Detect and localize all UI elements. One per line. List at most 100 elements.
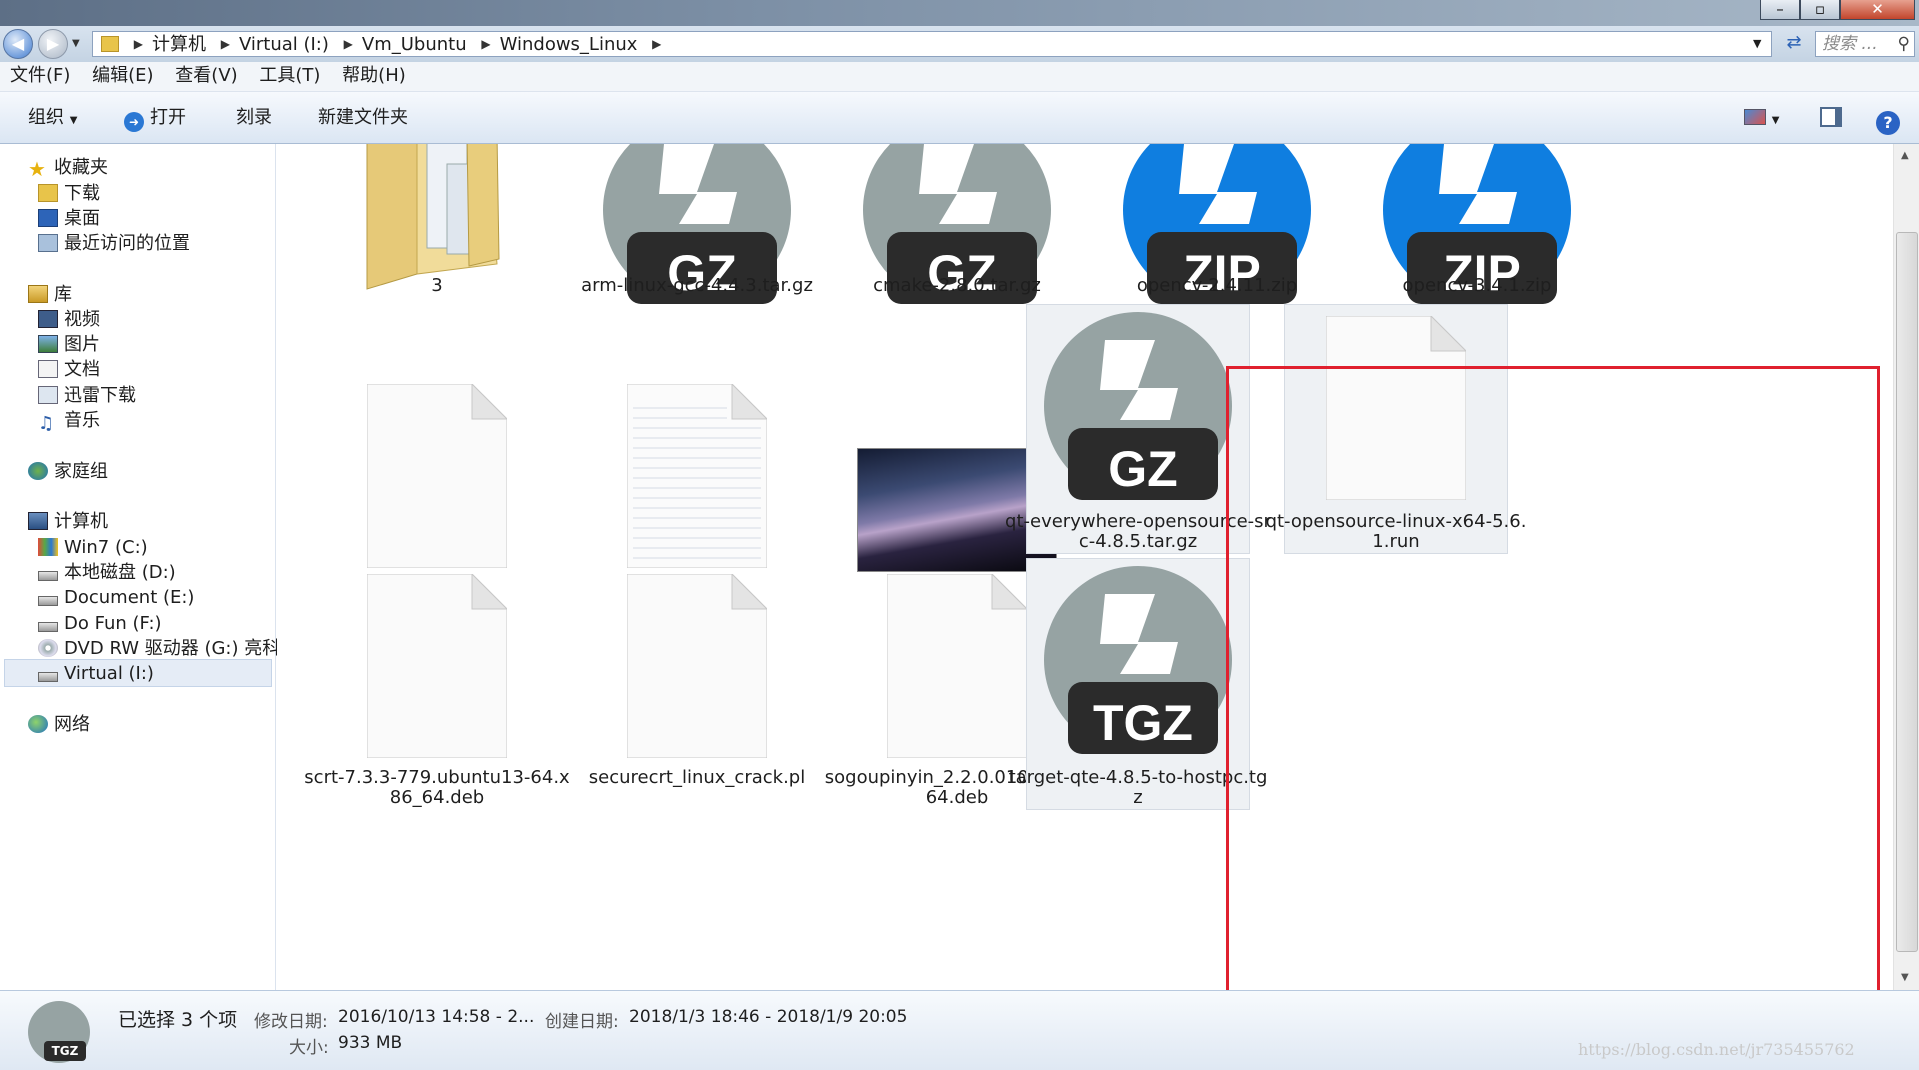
annotation-highlight-frame (1226, 366, 1880, 1000)
back-button[interactable]: ◀ (3, 29, 33, 59)
text-file-icon (626, 382, 769, 575)
badge-text: TGZ (44, 1041, 86, 1061)
nav-recent-places[interactable]: 最近访问的位置 (38, 230, 190, 258)
file-item-opencv-2[interactable]: ZIP opencv-2.4.11.zip (1077, 144, 1357, 304)
selected-file-icon: TGZ (28, 1001, 90, 1063)
file-name: opencv-3.4.1.zip (1402, 275, 1552, 296)
file-item-folder-3[interactable]: 3 (297, 144, 577, 304)
file-name: 3 (431, 275, 443, 296)
windows-drive-icon (38, 538, 58, 556)
file-item-opencvtest-cpp[interactable]: opencvtest.cpp (557, 382, 837, 632)
gz-archive-icon: GZ (579, 144, 815, 350)
nav-favorites[interactable]: ★ 收藏夹 (28, 154, 108, 182)
nav-computer[interactable]: 计算机 (28, 508, 108, 536)
nav-desktop[interactable]: 桌面 (38, 205, 100, 233)
close-button[interactable]: ✕ (1840, 0, 1915, 20)
network-icon (28, 715, 48, 733)
forward-button[interactable]: ▶ (38, 29, 68, 59)
scroll-down-icon[interactable]: ▼ (1901, 972, 1909, 983)
music-icon: ♫ (38, 413, 55, 434)
file-name-line2: 86_64.deb (389, 787, 485, 808)
open-icon: ➜ (124, 112, 144, 132)
file-item-opencv-3[interactable]: ZIP opencv-3.4.1.zip (1337, 144, 1617, 304)
breadcrumb-virtual[interactable]: Virtual (I:) (239, 34, 329, 55)
menu-edit[interactable]: 编辑(E) (92, 62, 153, 90)
breadcrumb-windows-linux[interactable]: Windows_Linux (500, 34, 638, 55)
watermark: https://blog.csdn.net/jr735455762 (1578, 1040, 1855, 1059)
menu-view[interactable]: 查看(V) (175, 62, 237, 90)
navigation-pane: ★ 收藏夹 下载 桌面 最近访问的位置 库 视频 图片 文档 迅雷下载 ♫ 音乐 家… (0, 144, 280, 990)
change-view-icon[interactable]: ▼ (1744, 92, 1779, 144)
nav-drive-i[interactable]: Virtual (I:) (4, 659, 272, 687)
recent-pages-dropdown[interactable]: ▼ (72, 38, 80, 49)
homegroup-icon (28, 462, 48, 480)
blank-file-icon (366, 572, 509, 765)
organize-button[interactable]: 组织 ▼ (28, 92, 77, 144)
title-bar: – ▫ ✕ (0, 0, 1919, 26)
menu-help[interactable]: 帮助(H) (342, 62, 406, 90)
nav-drive-f[interactable]: Do Fun (F:) (38, 610, 162, 638)
size-value: 933 MB (338, 1033, 403, 1053)
burn-button[interactable]: 刻录 (236, 92, 272, 144)
scroll-up-icon[interactable]: ▲ (1901, 150, 1909, 161)
nav-xunlei-downloads[interactable]: 迅雷下载 (38, 382, 136, 410)
open-button[interactable]: ➜ 打开 (124, 92, 186, 144)
created-value: 2018/1/3 18:46 - 2018/1/9 20:05 (629, 1007, 908, 1027)
new-folder-button[interactable]: 新建文件夹 (318, 92, 408, 144)
file-name: opencv-2.4.11.zip (1136, 275, 1298, 296)
nav-music[interactable]: ♫ 音乐 (38, 407, 100, 435)
scroll-thumb[interactable] (1896, 232, 1918, 952)
nav-libraries[interactable]: 库 (28, 281, 72, 309)
picture-icon (38, 335, 58, 353)
breadcrumb-vm-ubuntu[interactable]: Vm_Ubuntu (362, 34, 467, 55)
nav-documents[interactable]: 文档 (38, 356, 100, 384)
file-item-cmake[interactable]: GZ cmake-2.8.0.tar.gz (817, 144, 1097, 304)
maximize-button[interactable]: ▫ (1800, 0, 1840, 20)
nav-homegroup[interactable]: 家庭组 (28, 458, 108, 486)
library-icon (28, 285, 48, 303)
badge-text: GZ (1108, 441, 1177, 497)
hard-drive-icon (38, 596, 58, 606)
nav-downloads[interactable]: 下载 (38, 180, 100, 208)
command-bar: 组织 ▼ ➜ 打开 刻录 新建文件夹 ▼ ? (0, 92, 1919, 144)
hard-drive-icon (38, 622, 58, 632)
downloads-folder-icon (38, 184, 58, 202)
nav-videos[interactable]: 视频 (38, 306, 100, 334)
nav-drive-c[interactable]: Win7 (C:) (38, 534, 148, 562)
search-input[interactable]: 搜索 ... ⚲ (1815, 31, 1915, 57)
breadcrumb-computer[interactable]: 计算机 (152, 34, 206, 55)
file-item-arm-linux-gcc[interactable]: GZ arm-linux-gcc-4.4.3.tar.gz (557, 144, 837, 304)
search-icon: ⚲ (1897, 34, 1910, 54)
address-bar[interactable]: ▶ 计算机 ▶ Virtual (I:) ▶ Vm_Ubuntu ▶ Windows_L… (92, 31, 1772, 57)
file-name: arm-linux-gcc-4.4.3.tar.gz (581, 275, 813, 296)
nav-network[interactable]: 网络 (28, 711, 90, 739)
star-icon: ★ (28, 157, 46, 181)
badge-text: TGZ (1093, 695, 1193, 751)
file-name: cmake-2.8.0.tar.gz (873, 275, 1041, 296)
video-icon (38, 310, 58, 328)
chevron-down-icon: ▼ (69, 115, 78, 126)
hard-drive-icon (38, 672, 58, 682)
refresh-icon[interactable]: ⇄ (1780, 32, 1808, 56)
vertical-scrollbar[interactable]: ▲ ▼ (1893, 144, 1919, 990)
nav-drive-e[interactable]: Document (E:) (38, 584, 194, 612)
menu-tools[interactable]: 工具(T) (259, 62, 320, 90)
xunlei-folder-icon (38, 386, 58, 404)
address-dropdown-icon[interactable]: ▼ (1753, 32, 1761, 56)
dvd-drive-icon (38, 639, 58, 657)
minimize-button[interactable]: – (1760, 0, 1800, 20)
blank-file-icon (626, 572, 769, 765)
help-icon[interactable]: ? (1876, 92, 1900, 144)
file-item-securecrt[interactable]: securecrt_linux_crack.pl (557, 572, 837, 864)
tgz-archive-icon: TGZ (1020, 564, 1256, 800)
modified-label: 修改日期: (254, 1012, 328, 1032)
menu-file[interactable]: 文件(F) (10, 62, 70, 90)
recent-places-icon (38, 234, 58, 252)
created-label: 创建日期: (545, 1012, 619, 1032)
address-row: ◀ ▶ ▼ ▶ 计算机 ▶ Virtual (I:) ▶ Vm_Ubuntu ▶ Win… (0, 26, 1919, 62)
preview-pane-icon[interactable] (1820, 92, 1842, 144)
file-item-opencvtest[interactable]: opencvtest (297, 382, 577, 632)
nav-drive-d[interactable]: 本地磁盘 (D:) (38, 559, 176, 587)
file-item-scrt[interactable]: scrt-7.3.3-779.ubuntu13-64.x 86_64.deb (297, 572, 577, 864)
nav-pictures[interactable]: 图片 (38, 331, 100, 359)
